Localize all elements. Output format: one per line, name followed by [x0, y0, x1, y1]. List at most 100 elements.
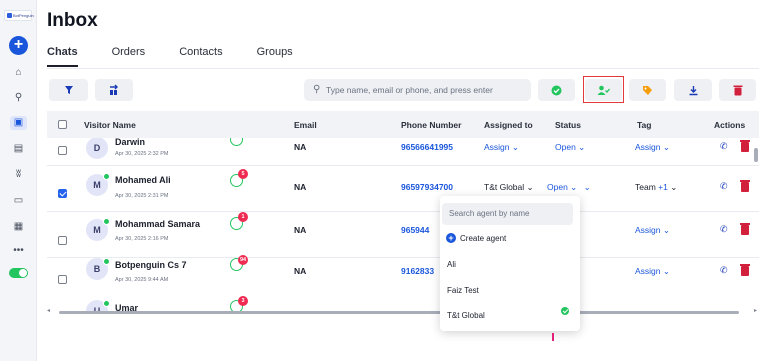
chevron-down-icon: ⌄ — [662, 266, 671, 276]
selected-check-icon — [561, 307, 569, 315]
online-indicator — [103, 300, 110, 307]
visitor-date: Apr 30, 2025 2:16 PM — [115, 236, 169, 242]
delete-button[interactable] — [719, 79, 756, 101]
call-icon[interactable]: ✆ — [720, 224, 728, 235]
row-checkbox[interactable] — [58, 275, 67, 284]
visitor-name[interactable]: Mohammad Samara — [115, 219, 200, 229]
assign-dropdown[interactable]: Assign ⌄ — [484, 142, 519, 153]
scroll-right-icon[interactable]: ▸ — [754, 307, 757, 314]
tag-button[interactable] — [629, 79, 666, 101]
visitor-name[interactable]: Mohamed Ali — [115, 175, 171, 185]
tag-icon — [643, 86, 652, 95]
agent-option[interactable]: T&t Global — [447, 311, 485, 320]
visitor-date: Apr 30, 2025 9:44 AM — [115, 277, 169, 283]
download-button[interactable] — [674, 79, 712, 101]
download-icon — [689, 86, 697, 96]
more-icon[interactable]: ••• — [10, 244, 27, 258]
col-tag: Tag — [637, 120, 652, 130]
chevron-down-icon: ⌄ — [662, 225, 671, 235]
tag-dropdown[interactable]: Assign ⌄ — [635, 142, 670, 153]
call-icon[interactable]: ✆ — [720, 265, 728, 276]
new-button[interactable]: + — [9, 36, 28, 55]
users-icon[interactable]: ʬ — [10, 168, 27, 182]
visitor-name[interactable]: Botpenguin Cs 7 — [115, 260, 187, 270]
tab-orders[interactable]: Orders — [112, 46, 146, 67]
col-email: Email — [294, 120, 317, 130]
cursor-marker — [552, 333, 554, 341]
create-agent-button[interactable]: + Create agent — [446, 233, 506, 243]
chevron-down-icon: ⌄ — [526, 182, 534, 192]
row-checkbox[interactable] — [58, 189, 67, 198]
reports-icon[interactable]: ▤ — [10, 142, 27, 156]
check-circle-icon — [551, 85, 562, 96]
agent-option[interactable]: Ali — [447, 260, 456, 269]
table-header: Visitor Name Email Phone Number Assigned… — [47, 111, 759, 138]
phone-value[interactable]: 9162833 — [401, 266, 434, 276]
table-row[interactable]: M Mohamed Ali Apr 30, 2025 2:31 PM 5 NA … — [47, 166, 759, 212]
unread-badge: 94 — [238, 255, 248, 265]
row-delete-icon[interactable] — [740, 264, 750, 276]
agent-search-input[interactable]: Search agent by name — [442, 203, 573, 225]
status-dropdown[interactable]: Open ⌄ — [555, 142, 585, 153]
row-delete-icon[interactable] — [740, 223, 750, 235]
online-indicator — [103, 218, 110, 225]
phone-value[interactable]: 96566641995 — [401, 142, 453, 152]
online-indicator — [103, 173, 110, 180]
tab-chats[interactable]: Chats — [47, 46, 78, 67]
tab-groups[interactable]: Groups — [257, 46, 293, 67]
sort-button[interactable] — [95, 79, 133, 101]
agent-option[interactable]: Faiz Test — [447, 286, 479, 295]
col-visitor-name: Visitor Name — [84, 120, 136, 130]
chat-table: D Darwin Apr 30, 2025 2:32 PM NA 9656664… — [47, 138, 759, 311]
unread-badge: 3 — [238, 296, 248, 306]
inbox-icon[interactable]: ▣ — [10, 116, 27, 130]
filter-button[interactable] — [49, 79, 88, 101]
card-icon[interactable]: ▦ — [10, 220, 27, 234]
search-icon: ⚲ — [313, 84, 321, 95]
flow-icon[interactable]: ⚲ — [10, 91, 27, 105]
chevron-down-icon: ⌄ — [583, 182, 591, 192]
row-checkbox[interactable] — [58, 236, 67, 245]
tag-dropdown[interactable]: Team +1 ⌄ — [635, 182, 677, 193]
table-row[interactable]: M Mohammad Samara Apr 30, 2025 2:16 PM 1… — [47, 212, 759, 258]
brand-logo[interactable]: BotPenguin — [4, 10, 34, 21]
table-row[interactable]: D Darwin Apr 30, 2025 2:32 PM NA 9656664… — [47, 138, 759, 166]
phone-value[interactable]: 96597934700 — [401, 182, 453, 192]
status-toggle[interactable] — [9, 268, 28, 278]
visitor-name[interactable]: Darwin — [115, 138, 145, 147]
status-dropdown[interactable]: Open ⌄ ⌄ — [547, 182, 591, 193]
select-all-checkbox[interactable] — [58, 120, 67, 129]
row-delete-icon[interactable] — [740, 140, 750, 152]
horizontal-scroll-thumb[interactable] — [59, 311, 739, 314]
tag-dropdown[interactable]: Assign ⌄ — [635, 225, 670, 236]
tab-contacts[interactable]: Contacts — [179, 46, 222, 67]
plus-circle-icon: + — [446, 233, 456, 243]
call-icon[interactable]: ✆ — [720, 141, 728, 152]
inbox-tabs: Chats Orders Contacts Groups — [47, 46, 327, 67]
row-delete-icon[interactable] — [740, 180, 750, 192]
visitor-date: Apr 30, 2025 2:32 PM — [115, 151, 169, 157]
search-placeholder: Type name, email or phone, and press ent… — [326, 85, 493, 95]
phone-value[interactable]: 965944 — [401, 225, 429, 235]
page-title: Inbox — [47, 10, 98, 31]
col-assigned: Assigned to — [484, 120, 533, 130]
home-icon[interactable]: ⌂ — [10, 66, 27, 80]
row-checkbox[interactable] — [58, 146, 67, 155]
chevron-down-icon: ⌄ — [662, 142, 671, 152]
chevron-down-icon: ⌄ — [670, 182, 678, 192]
email-value: NA — [294, 142, 307, 152]
horizontal-scrollbar[interactable]: ◂ ▸ — [47, 307, 759, 316]
search-input[interactable]: ⚲ Type name, email or phone, and press e… — [304, 79, 531, 101]
vertical-scroll-thumb[interactable] — [754, 148, 758, 162]
call-icon[interactable]: ✆ — [720, 181, 728, 192]
chevron-down-icon: ⌄ — [511, 142, 520, 152]
tabs-divider — [47, 68, 759, 69]
scroll-left-icon[interactable]: ◂ — [47, 307, 50, 314]
chevron-down-icon: ⌄ — [578, 142, 586, 152]
chevron-down-icon: ⌄ — [570, 182, 578, 192]
col-actions: Actions — [714, 120, 746, 130]
monitor-icon[interactable]: ▭ — [10, 194, 27, 208]
assign-dropdown[interactable]: T&t Global ⌄ — [484, 182, 534, 193]
resolve-button[interactable] — [538, 79, 575, 101]
tag-dropdown[interactable]: Assign ⌄ — [635, 266, 670, 277]
